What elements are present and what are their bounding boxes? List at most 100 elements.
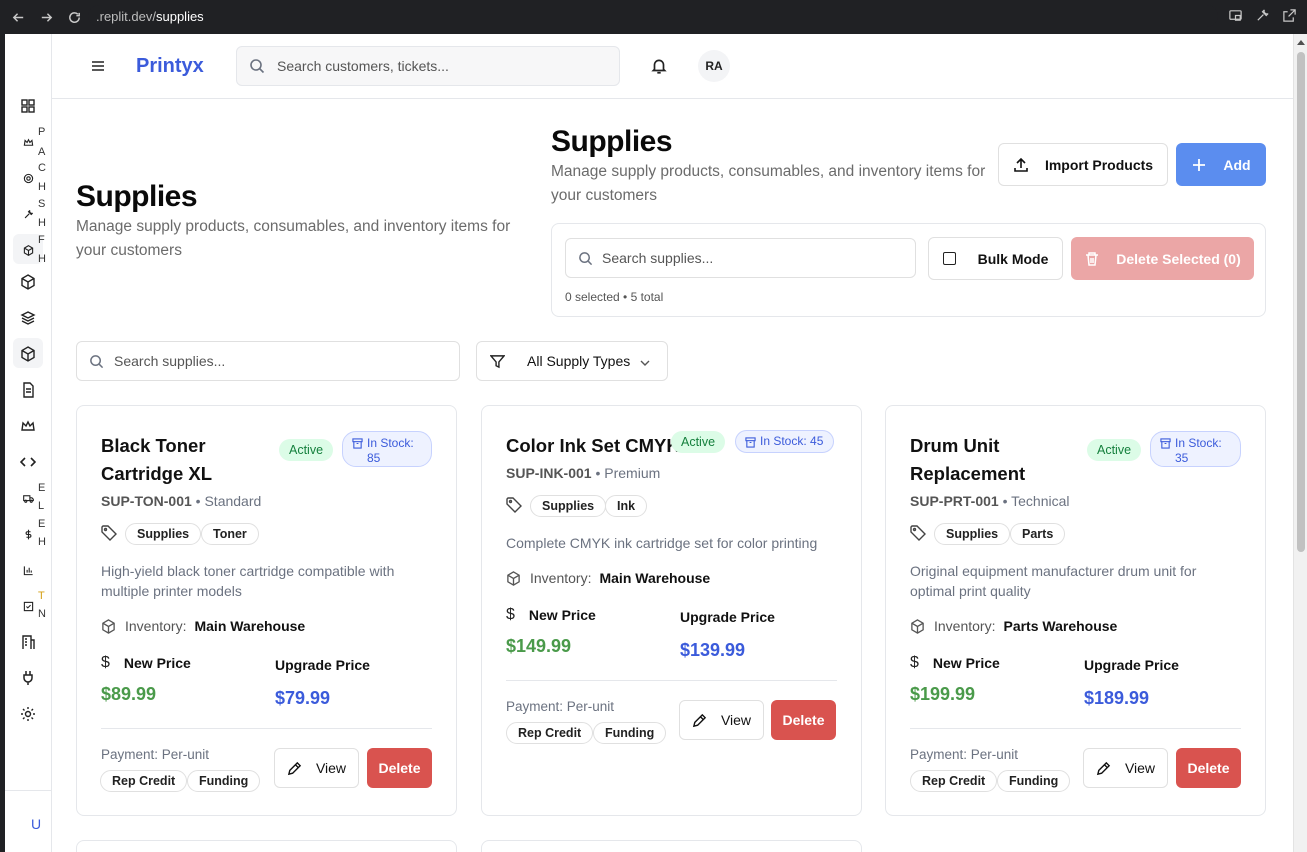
package-icon bbox=[507, 570, 520, 586]
bar-chart-icon[interactable] bbox=[19, 561, 37, 579]
dashboard-icon[interactable] bbox=[19, 97, 37, 115]
document-icon[interactable] bbox=[19, 381, 37, 399]
box-icon[interactable] bbox=[19, 273, 37, 291]
payment-pill: Rep Credit bbox=[100, 770, 188, 792]
global-search-input[interactable]: Search customers, tickets... bbox=[236, 46, 620, 86]
status-badge: Active bbox=[279, 439, 334, 461]
search-icon bbox=[89, 354, 104, 369]
target-icon[interactable] bbox=[19, 169, 37, 187]
view-button[interactable]: View bbox=[1083, 748, 1168, 788]
external-link-icon[interactable] bbox=[1282, 8, 1297, 23]
cast-icon[interactable] bbox=[1228, 8, 1243, 23]
pencil-icon bbox=[287, 761, 302, 775]
status-badge: Active bbox=[671, 431, 726, 453]
add-label: Add bbox=[1223, 156, 1251, 173]
crown-icon[interactable] bbox=[19, 133, 37, 151]
delete-selected-button[interactable]: Delete Selected (0) bbox=[1071, 237, 1254, 280]
supplies-search-input[interactable]: Search supplies... bbox=[565, 238, 916, 278]
plug-icon[interactable] bbox=[19, 669, 37, 687]
menu-icon[interactable] bbox=[90, 58, 106, 74]
sidebar-divider bbox=[5, 790, 51, 791]
inventory-label: Inventory: bbox=[125, 618, 187, 634]
user-menu[interactable]: U bbox=[31, 816, 41, 832]
view-button[interactable]: View bbox=[679, 700, 764, 740]
supply-type-value: All Supply Types bbox=[527, 353, 631, 369]
card-title: Black Toner Cartridge XL bbox=[101, 435, 213, 484]
sidebar-letter: S bbox=[38, 198, 46, 210]
page-scrollbar[interactable] bbox=[1293, 34, 1307, 852]
tier-label: • Standard bbox=[195, 493, 262, 509]
payment-pill: Rep Credit bbox=[506, 722, 594, 744]
archive-icon bbox=[1160, 438, 1171, 449]
view-label: View bbox=[315, 760, 347, 776]
chevron-down-icon bbox=[639, 356, 651, 368]
page-title: Supplies bbox=[76, 180, 198, 213]
supply-card: Black Toner Cartridge XL Active In Stock… bbox=[76, 405, 457, 816]
tier-label: • Technical bbox=[1002, 493, 1070, 509]
card-divider bbox=[101, 728, 432, 729]
delete-button[interactable]: Delete bbox=[367, 748, 432, 788]
building-icon[interactable] bbox=[19, 633, 37, 651]
new-price-value: $89.99 bbox=[101, 684, 157, 704]
archive-icon bbox=[745, 437, 756, 448]
warehouse-name: Main Warehouse bbox=[599, 570, 711, 586]
payment-text: Payment: Per-unit bbox=[101, 747, 210, 762]
sidebar-letter: E bbox=[38, 482, 46, 494]
filter-search-input[interactable]: Search supplies... bbox=[76, 341, 460, 381]
address-bar[interactable]: .replit.dev/supplies bbox=[88, 5, 1218, 27]
upgrade-price-label: Upgrade Price bbox=[680, 609, 775, 625]
new-price-label: $ New Price bbox=[910, 654, 1000, 672]
view-button[interactable]: View bbox=[274, 748, 359, 788]
package-icon[interactable] bbox=[19, 241, 37, 259]
sidebar-letter: H bbox=[38, 217, 46, 229]
supply-type-select[interactable]: All Supply Types bbox=[476, 341, 668, 381]
avatar[interactable]: RA bbox=[698, 50, 730, 82]
supply-card: Drum Unit Replacement Active In Stock: 3… bbox=[885, 405, 1266, 816]
card-divider bbox=[506, 680, 837, 681]
stock-badge: In Stock: 85 bbox=[342, 431, 432, 467]
dollar-icon[interactable] bbox=[19, 525, 37, 543]
reload-icon[interactable] bbox=[64, 7, 84, 27]
add-button[interactable]: Add bbox=[1176, 143, 1266, 186]
back-icon[interactable] bbox=[8, 7, 28, 27]
truck-icon[interactable] bbox=[19, 489, 37, 507]
card-divider bbox=[910, 728, 1241, 729]
payment-pill: Rep Credit bbox=[910, 770, 998, 792]
wrench-icon[interactable] bbox=[1255, 8, 1270, 23]
brand-logo[interactable]: Printyx bbox=[136, 55, 204, 78]
bulk-toolbar: Search supplies... Bulk Mode Delete Sele… bbox=[551, 223, 1266, 317]
global-search-placeholder: Search customers, tickets... bbox=[277, 58, 449, 74]
import-products-button[interactable]: Import Products bbox=[998, 143, 1168, 186]
stock-count: 85 bbox=[367, 451, 381, 465]
inventory-line: Inventory: Parts Warehouse bbox=[910, 618, 1117, 634]
checkbox-icon[interactable] bbox=[19, 597, 37, 615]
tag-pill: Ink bbox=[605, 495, 648, 517]
bulk-mode-label: Bulk Mode bbox=[977, 250, 1049, 267]
scroll-thumb[interactable] bbox=[1297, 52, 1305, 552]
code-icon[interactable] bbox=[19, 453, 37, 471]
forward-icon[interactable] bbox=[36, 7, 56, 27]
wrench-icon[interactable] bbox=[19, 205, 37, 223]
sku-line: SUP-TON-001 • Standard bbox=[101, 493, 261, 509]
delete-button[interactable]: Delete bbox=[1176, 748, 1241, 788]
dollar-icon: $ bbox=[506, 606, 515, 623]
scroll-up-icon[interactable] bbox=[1297, 40, 1305, 45]
bulk-mode-button[interactable]: Bulk Mode bbox=[928, 237, 1063, 280]
sku-code: SUP-TON-001 bbox=[101, 493, 192, 509]
settings-icon[interactable] bbox=[19, 705, 37, 723]
supply-card: Color Ink Set CMYK Active In Stock: 45 S… bbox=[481, 405, 862, 816]
delete-selected-label: Delete Selected (0) bbox=[1116, 250, 1241, 267]
sku-code: SUP-PRT-001 bbox=[910, 493, 999, 509]
delete-button[interactable]: Delete bbox=[771, 700, 836, 740]
supplies-box-icon[interactable] bbox=[19, 345, 37, 363]
tag-pill: Supplies bbox=[125, 523, 202, 545]
page-subtitle: Manage supply products, consumables, and… bbox=[76, 218, 511, 259]
bell-icon[interactable] bbox=[650, 57, 668, 75]
page-title: Supplies bbox=[551, 125, 673, 158]
card-description: Complete CMYK ink cartridge set for colo… bbox=[506, 535, 818, 551]
layers-icon[interactable] bbox=[19, 309, 37, 327]
upgrade-price-label: Upgrade Price bbox=[275, 657, 370, 673]
tier-label: • Premium bbox=[595, 465, 661, 481]
payment-pill: Funding bbox=[593, 722, 667, 744]
crown-icon[interactable] bbox=[19, 417, 37, 435]
